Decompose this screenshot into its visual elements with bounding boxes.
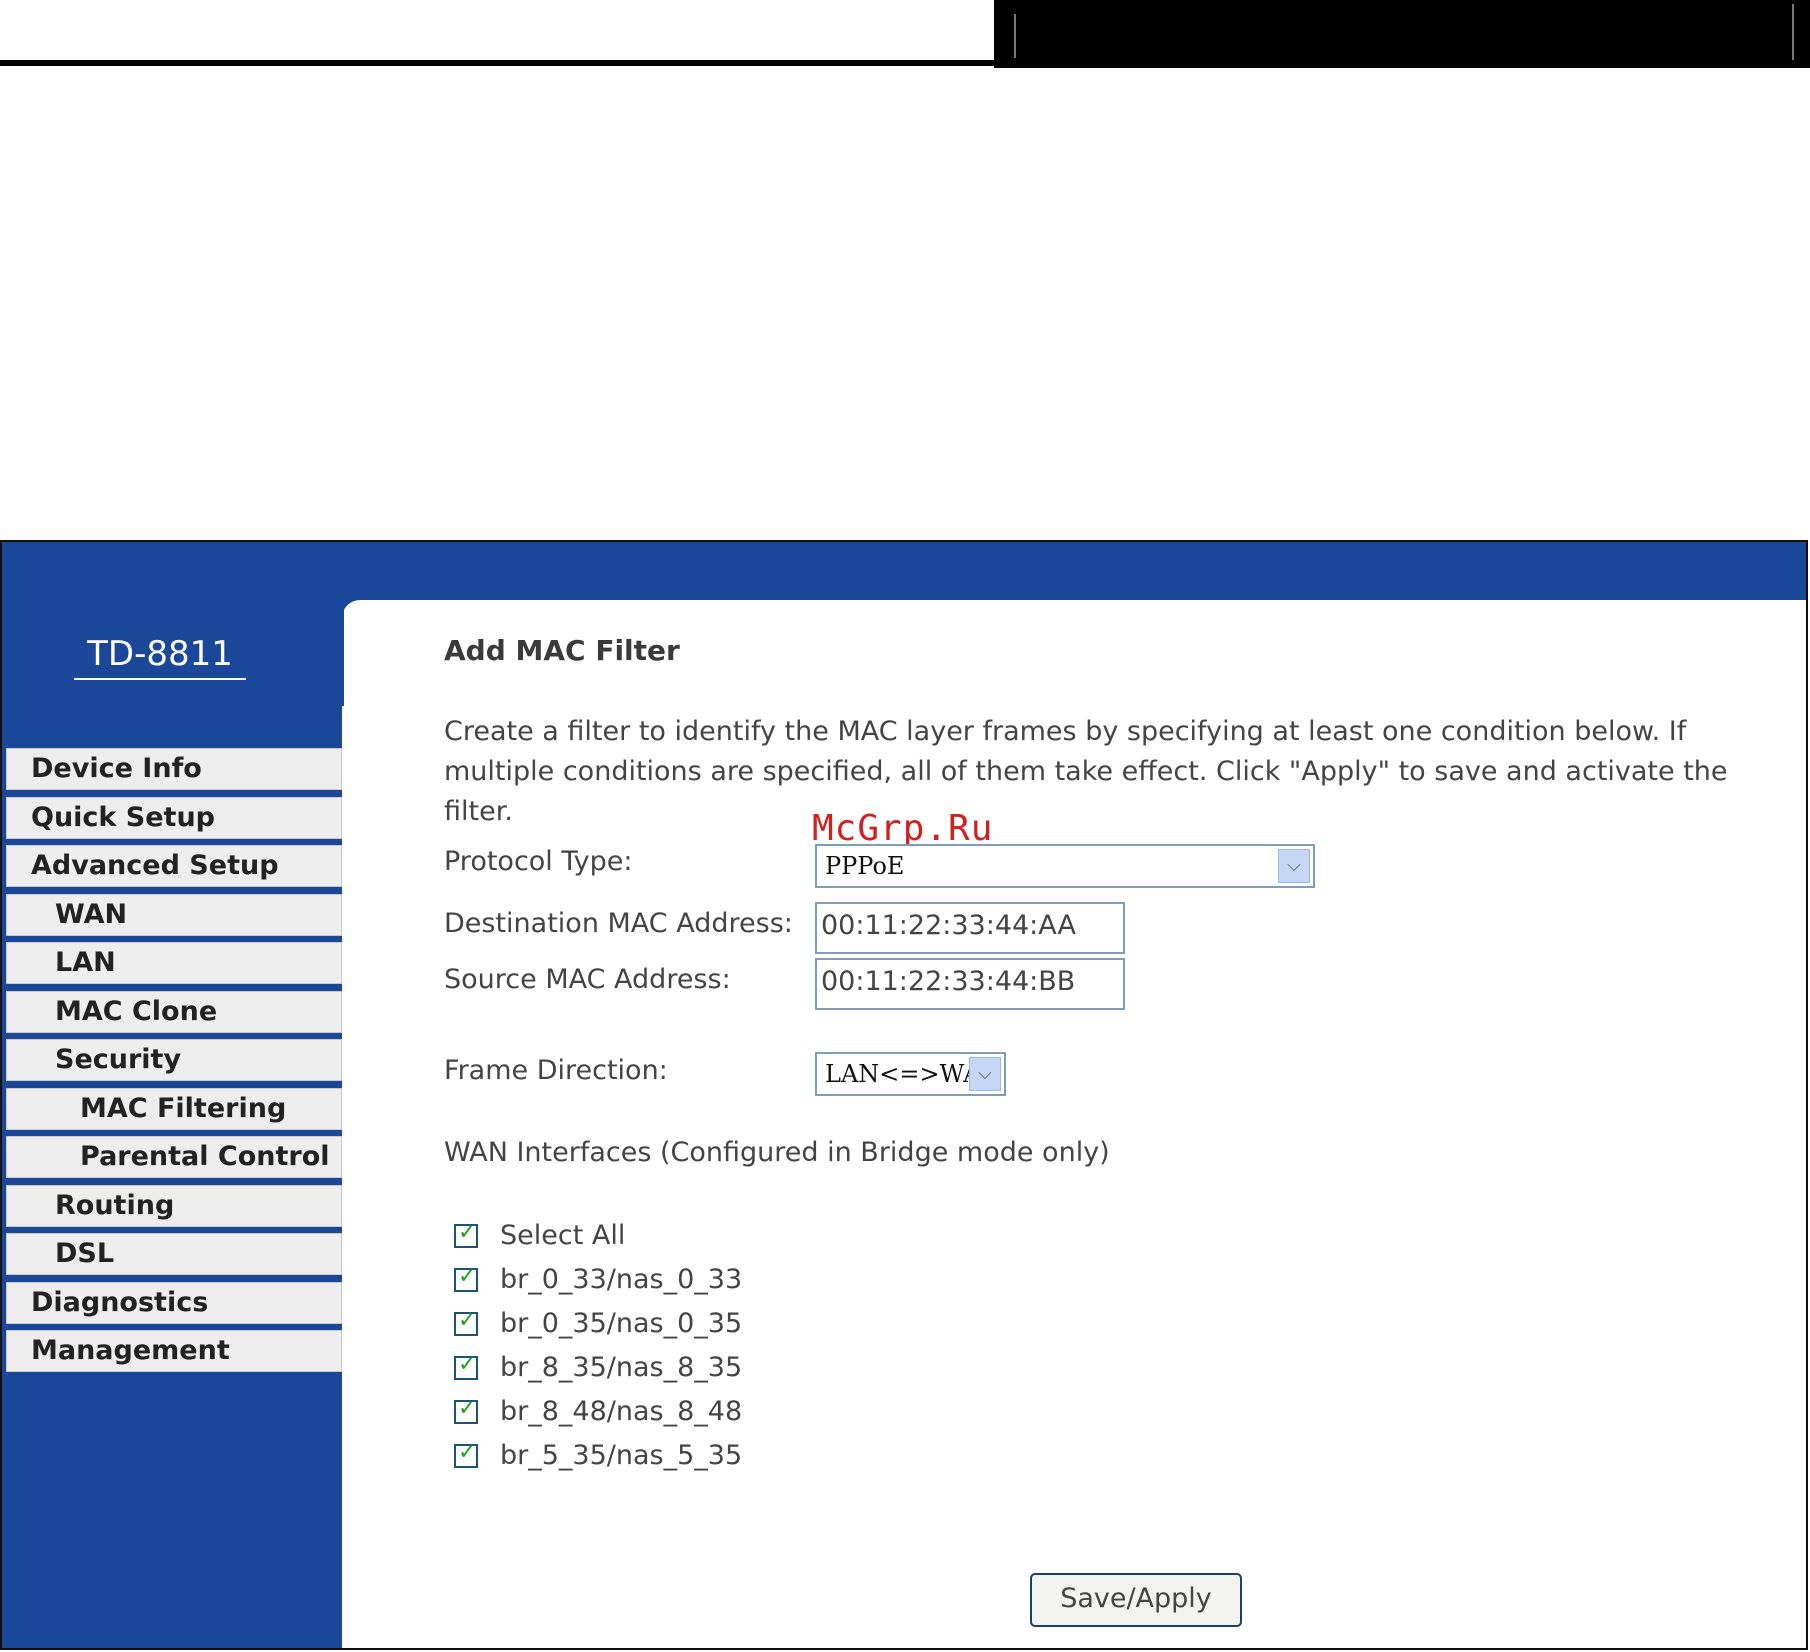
page-title: Add MAC Filter	[444, 634, 680, 667]
sidebar-item-mac-filtering[interactable]: MAC Filtering	[6, 1087, 342, 1130]
check-icon: ✓	[458, 1352, 477, 1377]
watermark-text: McGrp.Ru	[812, 808, 994, 849]
sidebar-item-security[interactable]: Security	[6, 1039, 342, 1081]
wan-interface-label: br_8_35/nas_8_35	[500, 1352, 743, 1383]
chevron-down-icon[interactable]: ⌵	[1278, 849, 1310, 883]
select-all-label: Select All	[500, 1220, 626, 1251]
destination-mac-label: Destination MAC Address:	[444, 908, 793, 939]
sidebar-item-diagnostics[interactable]: Diagnostics	[6, 1281, 342, 1324]
content-edge	[342, 600, 344, 706]
header-divider-right	[1792, 4, 1794, 60]
wan-interface-label: br_5_35/nas_5_35	[500, 1440, 743, 1471]
page-description: Create a filter to identify the MAC laye…	[444, 716, 1728, 827]
router-ui-window: TD-8811 Device Info Quick Setup Advanced…	[0, 540, 1808, 1650]
source-mac-label: Source MAC Address:	[444, 964, 731, 995]
select-all-checkbox[interactable]: ✓	[454, 1220, 478, 1248]
sidebar-item-parental-control[interactable]: Parental Control	[6, 1136, 342, 1178]
wan-interfaces-label: WAN Interfaces (Configured in Bridge mod…	[444, 1137, 1110, 1168]
source-mac-input[interactable]: 00:11:22:33:44:BB	[815, 958, 1125, 1010]
wan-interface-checkbox[interactable]: ✓	[454, 1264, 478, 1292]
protocol-type-label: Protocol Type:	[444, 846, 633, 877]
document-header-rule	[0, 60, 996, 66]
wan-interface-label: br_0_33/nas_0_33	[500, 1264, 743, 1295]
sidebar-item-dsl[interactable]: DSL	[6, 1233, 342, 1275]
sidebar-item-mac-clone[interactable]: MAC Clone	[6, 990, 342, 1033]
chevron-down-icon[interactable]: ⌵	[969, 1057, 1001, 1091]
protocol-type-select[interactable]: PPPoE ⌵	[815, 844, 1315, 888]
destination-mac-input[interactable]: 00:11:22:33:44:AA	[815, 902, 1125, 954]
wan-interface-label: br_0_35/nas_0_35	[500, 1308, 743, 1339]
document-header-block	[994, 0, 1810, 68]
sidebar-item-management[interactable]: Management	[6, 1330, 342, 1372]
frame-direction-select[interactable]: LAN<=>WAN ⌵	[815, 1052, 1006, 1096]
sidebar-item-routing[interactable]: Routing	[6, 1184, 342, 1227]
top-banner	[2, 542, 1806, 602]
sidebar-item-device-info[interactable]: Device Info	[6, 748, 342, 790]
sidebar-item-advanced-setup[interactable]: Advanced Setup	[6, 845, 342, 887]
model-name: TD-8811	[74, 634, 246, 680]
sidebar-item-lan[interactable]: LAN	[6, 942, 342, 984]
save-apply-button[interactable]: Save/Apply	[1030, 1573, 1242, 1627]
header-divider-left	[1014, 14, 1016, 58]
main-content: Add MAC Filter Create a filter to identi…	[342, 600, 1806, 1648]
wan-interface-label: br_8_48/nas_8_48	[500, 1396, 743, 1427]
check-icon: ✓	[458, 1396, 477, 1421]
wan-interface-checkbox[interactable]: ✓	[454, 1396, 478, 1424]
check-icon: ✓	[458, 1264, 477, 1289]
sidebar-nav: Device Info Quick Setup Advanced Setup W…	[6, 748, 342, 1379]
wan-interface-checkbox[interactable]: ✓	[454, 1440, 478, 1468]
check-icon: ✓	[458, 1220, 477, 1245]
wan-interface-checkbox[interactable]: ✓	[454, 1308, 478, 1336]
sidebar-item-wan[interactable]: WAN	[6, 893, 342, 936]
protocol-type-value: PPPoE	[825, 852, 905, 880]
check-icon: ✓	[458, 1308, 477, 1333]
wan-interface-checkbox[interactable]: ✓	[454, 1352, 478, 1380]
check-icon: ✓	[458, 1440, 477, 1465]
sidebar-item-quick-setup[interactable]: Quick Setup	[6, 796, 342, 839]
frame-direction-label: Frame Direction:	[444, 1055, 668, 1086]
